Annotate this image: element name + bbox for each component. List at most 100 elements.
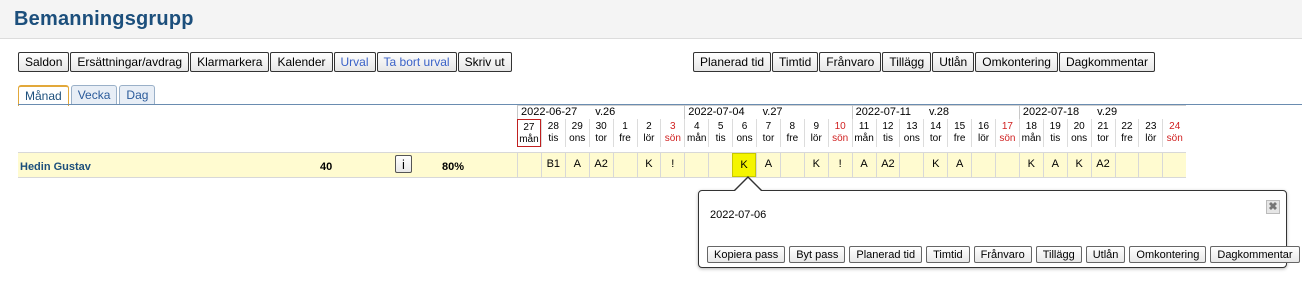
- week-header: 2022-06-27 v.26: [517, 105, 684, 119]
- schedule-cell[interactable]: K: [923, 153, 947, 177]
- day-header[interactable]: 6 ons: [732, 119, 756, 147]
- day-header[interactable]: 23 lör: [1138, 119, 1162, 147]
- day-header[interactable]: 22 fre: [1114, 119, 1139, 147]
- day-weekday: lör: [977, 133, 990, 144]
- day-number: 4: [693, 121, 700, 132]
- schedule-cell[interactable]: B1: [540, 153, 565, 177]
- info-button[interactable]: i: [395, 155, 412, 173]
- ersattningar-avdrag-button[interactable]: Ersättningar/avdrag: [70, 52, 190, 72]
- day-header[interactable]: 9 lör: [803, 119, 828, 147]
- day-header[interactable]: 2 lör: [636, 119, 661, 147]
- popup-franvaro-button[interactable]: Frånvaro: [973, 246, 1032, 263]
- day-header[interactable]: 4 mån: [684, 119, 708, 147]
- employee-name[interactable]: Hedin Gustav: [20, 161, 91, 173]
- tab-vecka[interactable]: Vecka: [70, 85, 118, 104]
- schedule-cell[interactable]: A2: [1090, 153, 1115, 177]
- schedule-cell[interactable]: [1138, 153, 1162, 177]
- schedule-cell[interactable]: K: [732, 153, 756, 177]
- tab-manad[interactable]: Månad: [18, 85, 69, 106]
- popup-tillagg-button[interactable]: Tillägg: [1035, 246, 1082, 263]
- omkontering-button[interactable]: Omkontering: [975, 52, 1058, 72]
- day-header[interactable]: 19 tis: [1042, 119, 1067, 147]
- schedule-cell[interactable]: A: [756, 153, 780, 177]
- day-weekday: ons: [903, 133, 920, 144]
- schedule-cell[interactable]: A: [564, 153, 589, 177]
- klarmarkera-button[interactable]: Klarmarkera: [190, 52, 270, 72]
- popup-planerad-tid-button[interactable]: Planerad tid: [849, 246, 923, 263]
- franvaro-button[interactable]: Frånvaro: [819, 52, 882, 72]
- popup-omkontering-button[interactable]: Omkontering: [1129, 246, 1207, 263]
- schedule-cell[interactable]: [1162, 153, 1186, 177]
- urval-button[interactable]: Urval: [333, 52, 376, 72]
- schedule-cell[interactable]: A2: [875, 153, 900, 177]
- day-header[interactable]: 5 tis: [708, 119, 732, 147]
- schedule-cell[interactable]: !: [827, 153, 852, 177]
- day-header[interactable]: 12 tis: [875, 119, 900, 147]
- day-header[interactable]: 21 tor: [1090, 119, 1115, 147]
- schedule-cell[interactable]: [779, 153, 804, 177]
- close-icon[interactable]: ✖: [1266, 200, 1280, 214]
- popup-kopiera-pass-button[interactable]: Kopiera pass: [707, 246, 786, 263]
- schedule-cell[interactable]: K: [636, 153, 661, 177]
- day-header[interactable]: 15 fre: [947, 119, 971, 147]
- schedule-cell[interactable]: [995, 153, 1019, 177]
- day-number: 19: [1049, 121, 1061, 132]
- week-start-date: 2022-07-11: [855, 106, 912, 118]
- day-weekday: ons: [736, 133, 753, 144]
- schedule-cell[interactable]: K: [803, 153, 828, 177]
- day-weekday: mån: [519, 134, 539, 145]
- saldon-button[interactable]: Saldon: [18, 52, 70, 72]
- schedule-cell[interactable]: K: [1066, 153, 1091, 177]
- ta-bort-urval-button[interactable]: Ta bort urval: [376, 52, 457, 72]
- schedule-cell[interactable]: A: [947, 153, 971, 177]
- popup-byt-pass-button[interactable]: Byt pass: [789, 246, 846, 263]
- planerad-tid-button[interactable]: Planerad tid: [693, 52, 772, 72]
- popup-utlan-button[interactable]: Utlån: [1085, 246, 1126, 263]
- day-header[interactable]: 27 mån: [517, 119, 541, 147]
- day-header[interactable]: 3 sön: [660, 119, 684, 147]
- popup-dagkommentar-button[interactable]: Dagkommentar: [1210, 246, 1300, 263]
- day-header[interactable]: 16 lör: [971, 119, 995, 147]
- day-number: 18: [1025, 121, 1037, 132]
- schedule-cell[interactable]: K: [1018, 153, 1043, 177]
- day-header[interactable]: 17 sön: [995, 119, 1019, 147]
- schedule-cell[interactable]: A: [1042, 153, 1067, 177]
- day-header[interactable]: 8 fre: [779, 119, 804, 147]
- schedule-cell[interactable]: A: [851, 153, 876, 177]
- utlan-button[interactable]: Utlån: [932, 52, 975, 72]
- day-header[interactable]: 1 fre: [612, 119, 637, 147]
- skriv-ut-button[interactable]: Skriv ut: [457, 52, 512, 72]
- day-header[interactable]: 28 tis: [540, 119, 565, 147]
- schedule-cell[interactable]: A2: [588, 153, 613, 177]
- tab-dag[interactable]: Dag: [119, 85, 156, 104]
- schedule-cell[interactable]: [971, 153, 995, 177]
- day-header[interactable]: 11 mån: [851, 119, 876, 147]
- tillagg-button[interactable]: Tillägg: [882, 52, 932, 72]
- timtid-button[interactable]: Timtid: [772, 52, 819, 72]
- day-number: 29: [571, 121, 583, 132]
- schedule-cell[interactable]: [899, 153, 923, 177]
- kalender-button[interactable]: Kalender: [270, 52, 333, 72]
- dagkommentar-button[interactable]: Dagkommentar: [1058, 52, 1155, 72]
- day-header[interactable]: 14 tor: [923, 119, 947, 147]
- day-header[interactable]: 18 mån: [1018, 119, 1043, 147]
- schedule-cell[interactable]: [708, 153, 732, 177]
- schedule-cell[interactable]: [517, 153, 541, 177]
- day-header[interactable]: 24 sön: [1162, 119, 1186, 147]
- schedule-cell[interactable]: [612, 153, 637, 177]
- day-number: 13: [906, 121, 918, 132]
- schedule-cell[interactable]: [684, 153, 708, 177]
- day-number: 14: [930, 121, 942, 132]
- day-weekday: tis: [1050, 133, 1061, 144]
- day-weekday: lör: [643, 133, 655, 144]
- day-header[interactable]: 29 ons: [564, 119, 589, 147]
- schedule-cell[interactable]: !: [660, 153, 684, 177]
- day-header[interactable]: 30 tor: [588, 119, 613, 147]
- day-header[interactable]: 20 ons: [1066, 119, 1091, 147]
- day-header[interactable]: 7 tor: [756, 119, 780, 147]
- popup-timtid-button[interactable]: Timtid: [926, 246, 970, 263]
- day-number: 21: [1097, 121, 1109, 132]
- day-header[interactable]: 10 sön: [827, 119, 852, 147]
- schedule-cell[interactable]: [1114, 153, 1139, 177]
- day-header[interactable]: 13 ons: [899, 119, 923, 147]
